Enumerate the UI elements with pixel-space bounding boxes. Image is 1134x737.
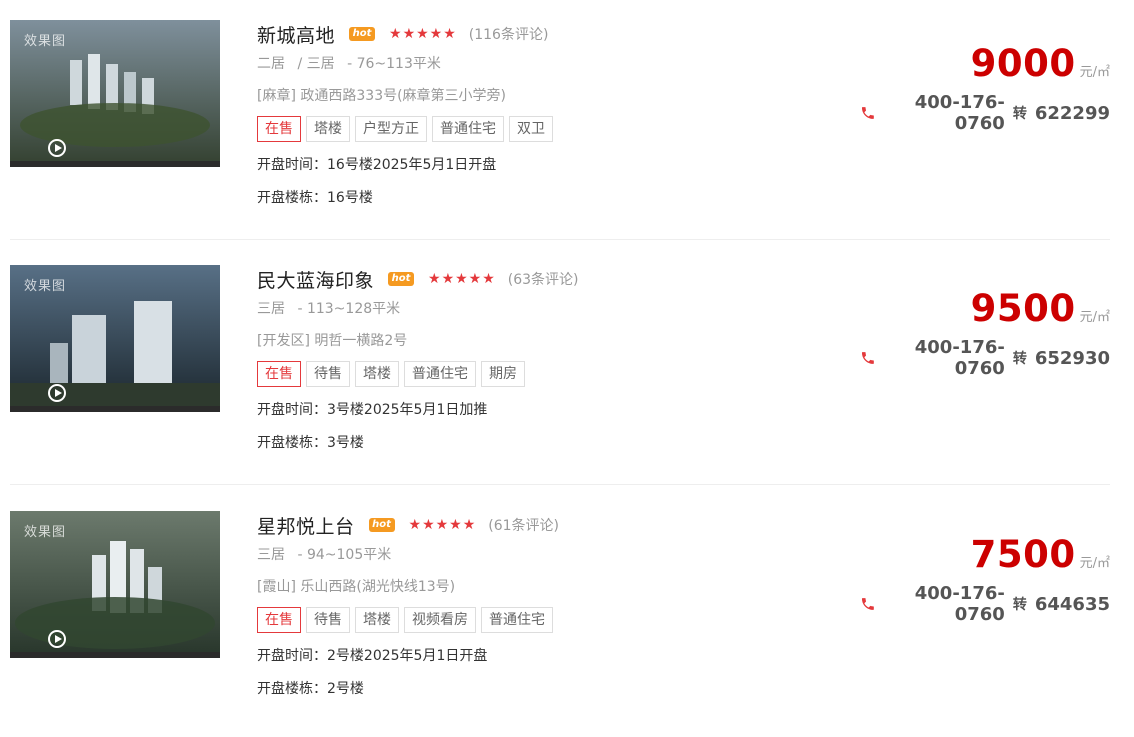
listing-info: 民大蓝海印象 hot ★★★★★ (63条评论) 三居 - 113~128平米 … bbox=[257, 265, 579, 452]
rating-stars: ★★★★★ bbox=[428, 271, 496, 287]
open-building: 开盘楼栋：3号楼 bbox=[257, 435, 364, 451]
price: 9000 元/㎡ bbox=[860, 44, 1110, 84]
rating-stars: ★★★★★ bbox=[389, 26, 457, 42]
tag: 双卫 bbox=[509, 116, 553, 142]
tag-on-sale: 在售 bbox=[257, 116, 301, 142]
listing-item[interactable]: 效果图 民大蓝海印象 hot ★★★★★ (63条评论) 三居 - 113~12… bbox=[0, 245, 1110, 491]
tag: 普通住宅 bbox=[481, 607, 553, 633]
tag-list: 在售 塔楼 户型方正 普通住宅 双卫 bbox=[257, 116, 558, 142]
phone-icon bbox=[861, 352, 874, 364]
address: [霞山] 乐山西路(湖光快线13号) bbox=[257, 579, 456, 595]
phone-icon bbox=[861, 598, 874, 610]
extension-label: 转 bbox=[1012, 351, 1027, 367]
address: [麻章] 政通西路333号(麻章第三小学旁) bbox=[257, 88, 507, 104]
tag: 塔楼 bbox=[306, 116, 350, 142]
hot-badge-icon: hot bbox=[388, 272, 415, 286]
tag-on-sale: 在售 bbox=[257, 361, 301, 387]
open-time: 开盘时间：16号楼2025年5月1日开盘 bbox=[257, 157, 497, 173]
listing-list: 效果图 新城高地 hot ★★★★★ (116条评论) 二居 / 三居 - 76… bbox=[0, 0, 1134, 723]
phone-number[interactable]: 400-176-0760 转 622299 bbox=[860, 92, 1110, 134]
open-building: 开盘楼栋：2号楼 bbox=[257, 681, 364, 697]
play-icon[interactable] bbox=[48, 139, 66, 157]
room-types: 三居 - 113~128平米 bbox=[257, 299, 579, 319]
address: [开发区] 明哲一横路2号 bbox=[257, 333, 408, 349]
phone-text: 400-176-0760 bbox=[914, 337, 1005, 379]
area-range: - 76~113平米 bbox=[347, 56, 441, 72]
tag: 塔楼 bbox=[355, 607, 399, 633]
project-name[interactable]: 星邦悦上台 bbox=[257, 512, 355, 539]
phone-text: 400-176-0760 bbox=[914, 92, 1005, 134]
room-type: 三居 bbox=[257, 301, 285, 317]
room-type: / 三居 bbox=[297, 56, 335, 72]
price-contact: 7500 元/㎡ 400-176-0760 转 644635 bbox=[860, 535, 1110, 625]
review-count-link[interactable]: (63条评论) bbox=[508, 269, 579, 289]
project-name[interactable]: 新城高地 bbox=[257, 21, 335, 48]
room-types: 三居 - 94~105平米 bbox=[257, 545, 559, 565]
play-icon[interactable] bbox=[48, 630, 66, 648]
area-range: - 113~128平米 bbox=[297, 301, 401, 317]
price: 9500 元/㎡ bbox=[860, 289, 1110, 329]
listing-item[interactable]: 效果图 星邦悦上台 hot ★★★★★ (61条评论) 三居 - 94~105平… bbox=[0, 491, 1110, 737]
project-thumbnail[interactable]: 效果图 bbox=[10, 20, 220, 167]
render-label: 效果图 bbox=[24, 34, 67, 49]
tag: 普通住宅 bbox=[404, 361, 476, 387]
extension-number: 644635 bbox=[1034, 593, 1110, 615]
open-building: 开盘楼栋：16号楼 bbox=[257, 190, 373, 206]
tag: 期房 bbox=[481, 361, 525, 387]
price-unit: 元/㎡ bbox=[1079, 310, 1110, 325]
extension-number: 652930 bbox=[1034, 347, 1110, 369]
rating-stars: ★★★★★ bbox=[408, 517, 477, 533]
hot-badge-icon: hot bbox=[349, 27, 376, 41]
tag-list: 在售 待售 塔楼 普通住宅 期房 bbox=[257, 361, 579, 387]
price-value: 9500 bbox=[970, 287, 1076, 330]
tag: 塔楼 bbox=[355, 361, 399, 387]
review-count-link[interactable]: (61条评论) bbox=[488, 515, 559, 535]
render-label: 效果图 bbox=[24, 525, 67, 540]
play-icon[interactable] bbox=[48, 384, 66, 402]
divider bbox=[10, 484, 1110, 485]
tag-list: 在售 待售 塔楼 视频看房 普通住宅 bbox=[257, 607, 559, 633]
listing-item[interactable]: 效果图 新城高地 hot ★★★★★ (116条评论) 二居 / 三居 - 76… bbox=[0, 0, 1110, 246]
room-type: 三居 bbox=[257, 547, 285, 563]
open-time: 开盘时间：3号楼2025年5月1日加推 bbox=[257, 402, 488, 418]
divider bbox=[10, 239, 1110, 240]
thumbnail-bar bbox=[10, 652, 220, 658]
project-thumbnail[interactable]: 效果图 bbox=[10, 511, 220, 658]
thumbnail-bar bbox=[10, 406, 220, 412]
phone-text: 400-176-0760 bbox=[914, 583, 1005, 625]
tag: 户型方正 bbox=[355, 116, 427, 142]
price-value: 9000 bbox=[970, 42, 1076, 85]
hot-badge-icon: hot bbox=[368, 518, 395, 532]
listing-info: 新城高地 hot ★★★★★ (116条评论) 二居 / 三居 - 76~113… bbox=[257, 20, 558, 207]
price-contact: 9500 元/㎡ 400-176-0760 转 652930 bbox=[860, 289, 1110, 379]
phone-number[interactable]: 400-176-0760 转 644635 bbox=[860, 583, 1110, 625]
thumbnail-bar bbox=[10, 161, 220, 167]
price-unit: 元/㎡ bbox=[1079, 556, 1110, 571]
tag: 待售 bbox=[306, 361, 350, 387]
phone-number[interactable]: 400-176-0760 转 652930 bbox=[860, 337, 1110, 379]
price-contact: 9000 元/㎡ 400-176-0760 转 622299 bbox=[860, 44, 1110, 134]
tag: 待售 bbox=[306, 607, 350, 633]
open-time: 开盘时间：2号楼2025年5月1日开盘 bbox=[257, 648, 488, 664]
price-value: 7500 bbox=[970, 533, 1076, 576]
render-label: 效果图 bbox=[24, 279, 67, 294]
review-count-link[interactable]: (116条评论) bbox=[469, 24, 549, 44]
price-unit: 元/㎡ bbox=[1079, 65, 1110, 80]
tag: 视频看房 bbox=[404, 607, 476, 633]
room-type: 二居 bbox=[257, 56, 285, 72]
extension-label: 转 bbox=[1012, 106, 1027, 122]
listing-info: 星邦悦上台 hot ★★★★★ (61条评论) 三居 - 94~105平米 [霞… bbox=[257, 511, 559, 698]
extension-label: 转 bbox=[1012, 597, 1027, 613]
room-types: 二居 / 三居 - 76~113平米 bbox=[257, 54, 558, 74]
tag: 普通住宅 bbox=[432, 116, 504, 142]
price: 7500 元/㎡ bbox=[860, 535, 1110, 575]
phone-icon bbox=[861, 107, 874, 119]
project-thumbnail[interactable]: 效果图 bbox=[10, 265, 220, 412]
project-name[interactable]: 民大蓝海印象 bbox=[257, 266, 374, 293]
area-range: - 94~105平米 bbox=[297, 547, 392, 563]
extension-number: 622299 bbox=[1034, 102, 1110, 124]
tag-on-sale: 在售 bbox=[257, 607, 301, 633]
